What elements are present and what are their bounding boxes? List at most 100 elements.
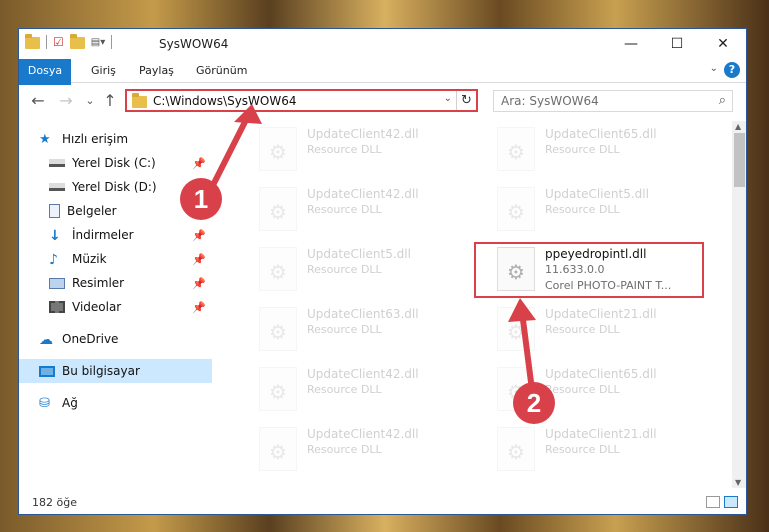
file-highlight-box (474, 242, 704, 298)
file-item[interactable]: UpdateClient21.dll Resource DLL (497, 303, 727, 357)
file-type: Resource DLL (307, 383, 382, 396)
computer-icon (39, 365, 55, 377)
sidebar-item-label: OneDrive (62, 332, 119, 346)
sidebar-item-label: Yerel Disk (C:) (72, 156, 156, 170)
dll-file-icon (259, 187, 297, 231)
sidebar-item-downloads[interactable]: ↓ İndirmeler 📌 (19, 223, 212, 247)
pictures-icon (49, 277, 65, 289)
file-name: UpdateClient42.dll (307, 427, 419, 441)
folder-icon (132, 93, 147, 108)
sidebar-item-label: Yerel Disk (D:) (72, 180, 157, 194)
file-item[interactable]: UpdateClient42.dll Resource DLL (259, 423, 489, 477)
file-name: UpdateClient63.dll (307, 307, 419, 321)
customize-toolbar-icon[interactable]: ▤▾ (91, 37, 105, 48)
file-item[interactable]: UpdateClient42.dll Resource DLL (259, 183, 489, 237)
item-count: 182 öğe (32, 496, 77, 509)
sidebar-item-label: Ağ (62, 396, 78, 410)
address-bar[interactable]: C:\Windows\SysWOW64 ⌄ ↻ (125, 89, 478, 112)
scrollbar-thumb[interactable] (734, 133, 745, 187)
file-type: Resource DLL (307, 323, 382, 336)
dll-file-icon (259, 427, 297, 471)
window-controls: — ☐ ✕ (608, 29, 746, 59)
step-1-badge: 1 (180, 178, 222, 220)
up-button[interactable]: ↑ (101, 91, 119, 110)
music-icon: ♪ (49, 252, 58, 268)
navigation-bar: ← → ⌄ ↑ C:\Windows\SysWOW64 ⌄ ↻ Ara: Sys… (19, 85, 746, 117)
file-type: Resource DLL (545, 143, 620, 156)
pin-icon: 📌 (192, 156, 206, 170)
dll-file-icon (497, 187, 535, 231)
new-folder-icon[interactable] (69, 34, 85, 49)
expand-ribbon-icon[interactable]: ⌄ (710, 63, 718, 74)
help-icon[interactable]: ? (724, 62, 740, 78)
file-item[interactable]: UpdateClient5.dll Resource DLL (259, 243, 489, 297)
window-title: SysWOW64 (159, 37, 229, 51)
search-placeholder[interactable]: Ara: SysWOW64 (501, 94, 599, 108)
properties-icon[interactable]: ☑ (53, 35, 64, 49)
file-name: UpdateClient21.dll (545, 307, 657, 321)
vertical-scrollbar[interactable]: ▲ ▼ (732, 121, 746, 488)
file-item[interactable]: UpdateClient42.dll Resource DLL (259, 123, 489, 177)
pin-icon: 📌 (192, 276, 206, 290)
sidebar-item-this-pc[interactable]: Bu bilgisayar (19, 359, 212, 383)
cloud-icon: ☁ (39, 332, 53, 348)
dll-file-icon (497, 427, 535, 471)
tab-home[interactable]: Giriş (79, 59, 128, 83)
file-item[interactable]: UpdateClient5.dll Resource DLL (497, 183, 727, 237)
sidebar-item-network[interactable]: ⛁ Ağ (19, 391, 212, 415)
search-box[interactable]: Ara: SysWOW64 ⌕ (493, 90, 733, 112)
sidebar-item-quick-access[interactable]: ★ Hızlı erişim (19, 127, 212, 151)
back-button[interactable]: ← (29, 91, 47, 110)
scroll-up-icon[interactable]: ▲ (735, 122, 741, 131)
tab-share[interactable]: Paylaş (127, 59, 186, 83)
view-buttons (706, 496, 738, 508)
forward-button[interactable]: → (57, 91, 75, 110)
quick-access-toolbar: ☑ ▤▾ (25, 34, 113, 49)
sidebar-item-label: İndirmeler (72, 228, 134, 242)
close-button[interactable]: ✕ (700, 29, 746, 59)
sidebar-item-label: Hızlı erişim (62, 132, 129, 146)
sidebar-item-label: Videolar (72, 300, 122, 314)
details-view-icon[interactable] (706, 496, 720, 508)
address-path[interactable]: C:\Windows\SysWOW64 (153, 94, 297, 108)
file-item[interactable]: UpdateClient65.dll Resource DLL (497, 123, 727, 177)
sidebar-item-label: Belgeler (67, 204, 117, 218)
tab-view[interactable]: Görünüm (184, 59, 259, 83)
network-icon: ⛁ (39, 396, 50, 411)
sidebar-item-videos[interactable]: Videolar 📌 (19, 295, 212, 319)
sidebar-item-pictures[interactable]: Resimler 📌 (19, 271, 212, 295)
minimize-button[interactable]: — (608, 29, 654, 59)
file-list: UpdateClient42.dll Resource DLL UpdateCl… (215, 121, 731, 488)
refresh-button[interactable]: ↻ (456, 91, 476, 110)
maximize-button[interactable]: ☐ (654, 29, 700, 59)
file-type: Resource DLL (307, 443, 382, 456)
star-icon: ★ (39, 132, 51, 147)
file-type: Resource DLL (307, 143, 382, 156)
recent-locations-button[interactable]: ⌄ (81, 94, 99, 107)
dll-file-icon (259, 127, 297, 171)
pin-icon: 📌 (192, 228, 206, 242)
file-item[interactable]: UpdateClient63.dll Resource DLL (259, 303, 489, 357)
folder-icon (25, 34, 40, 49)
sidebar-item-local-disk-c[interactable]: Yerel Disk (C:) 📌 (19, 151, 212, 175)
sidebar-item-label: Resimler (72, 276, 125, 290)
scroll-down-icon[interactable]: ▼ (735, 478, 741, 487)
dll-file-icon (259, 247, 297, 291)
pin-icon: 📌 (192, 252, 206, 266)
dll-file-icon (259, 367, 297, 411)
sidebar-item-music[interactable]: ♪ Müzik 📌 (19, 247, 212, 271)
file-item[interactable]: UpdateClient42.dll Resource DLL (259, 363, 489, 417)
sidebar-item-onedrive[interactable]: ☁ OneDrive (19, 327, 212, 351)
file-type: Resource DLL (545, 323, 620, 336)
search-icon[interactable]: ⌕ (719, 93, 726, 108)
dll-file-icon (259, 307, 297, 351)
toolbar-divider (46, 35, 47, 49)
sidebar-item-label: Müzik (72, 252, 107, 266)
file-name: UpdateClient42.dll (307, 187, 419, 201)
file-item[interactable]: UpdateClient21.dll Resource DLL (497, 423, 727, 477)
tiles-view-icon[interactable] (724, 496, 738, 508)
address-dropdown-icon[interactable]: ⌄ (444, 93, 452, 104)
videos-icon (49, 301, 65, 313)
file-name: UpdateClient65.dll (545, 367, 657, 381)
file-type: Resource DLL (545, 443, 620, 456)
